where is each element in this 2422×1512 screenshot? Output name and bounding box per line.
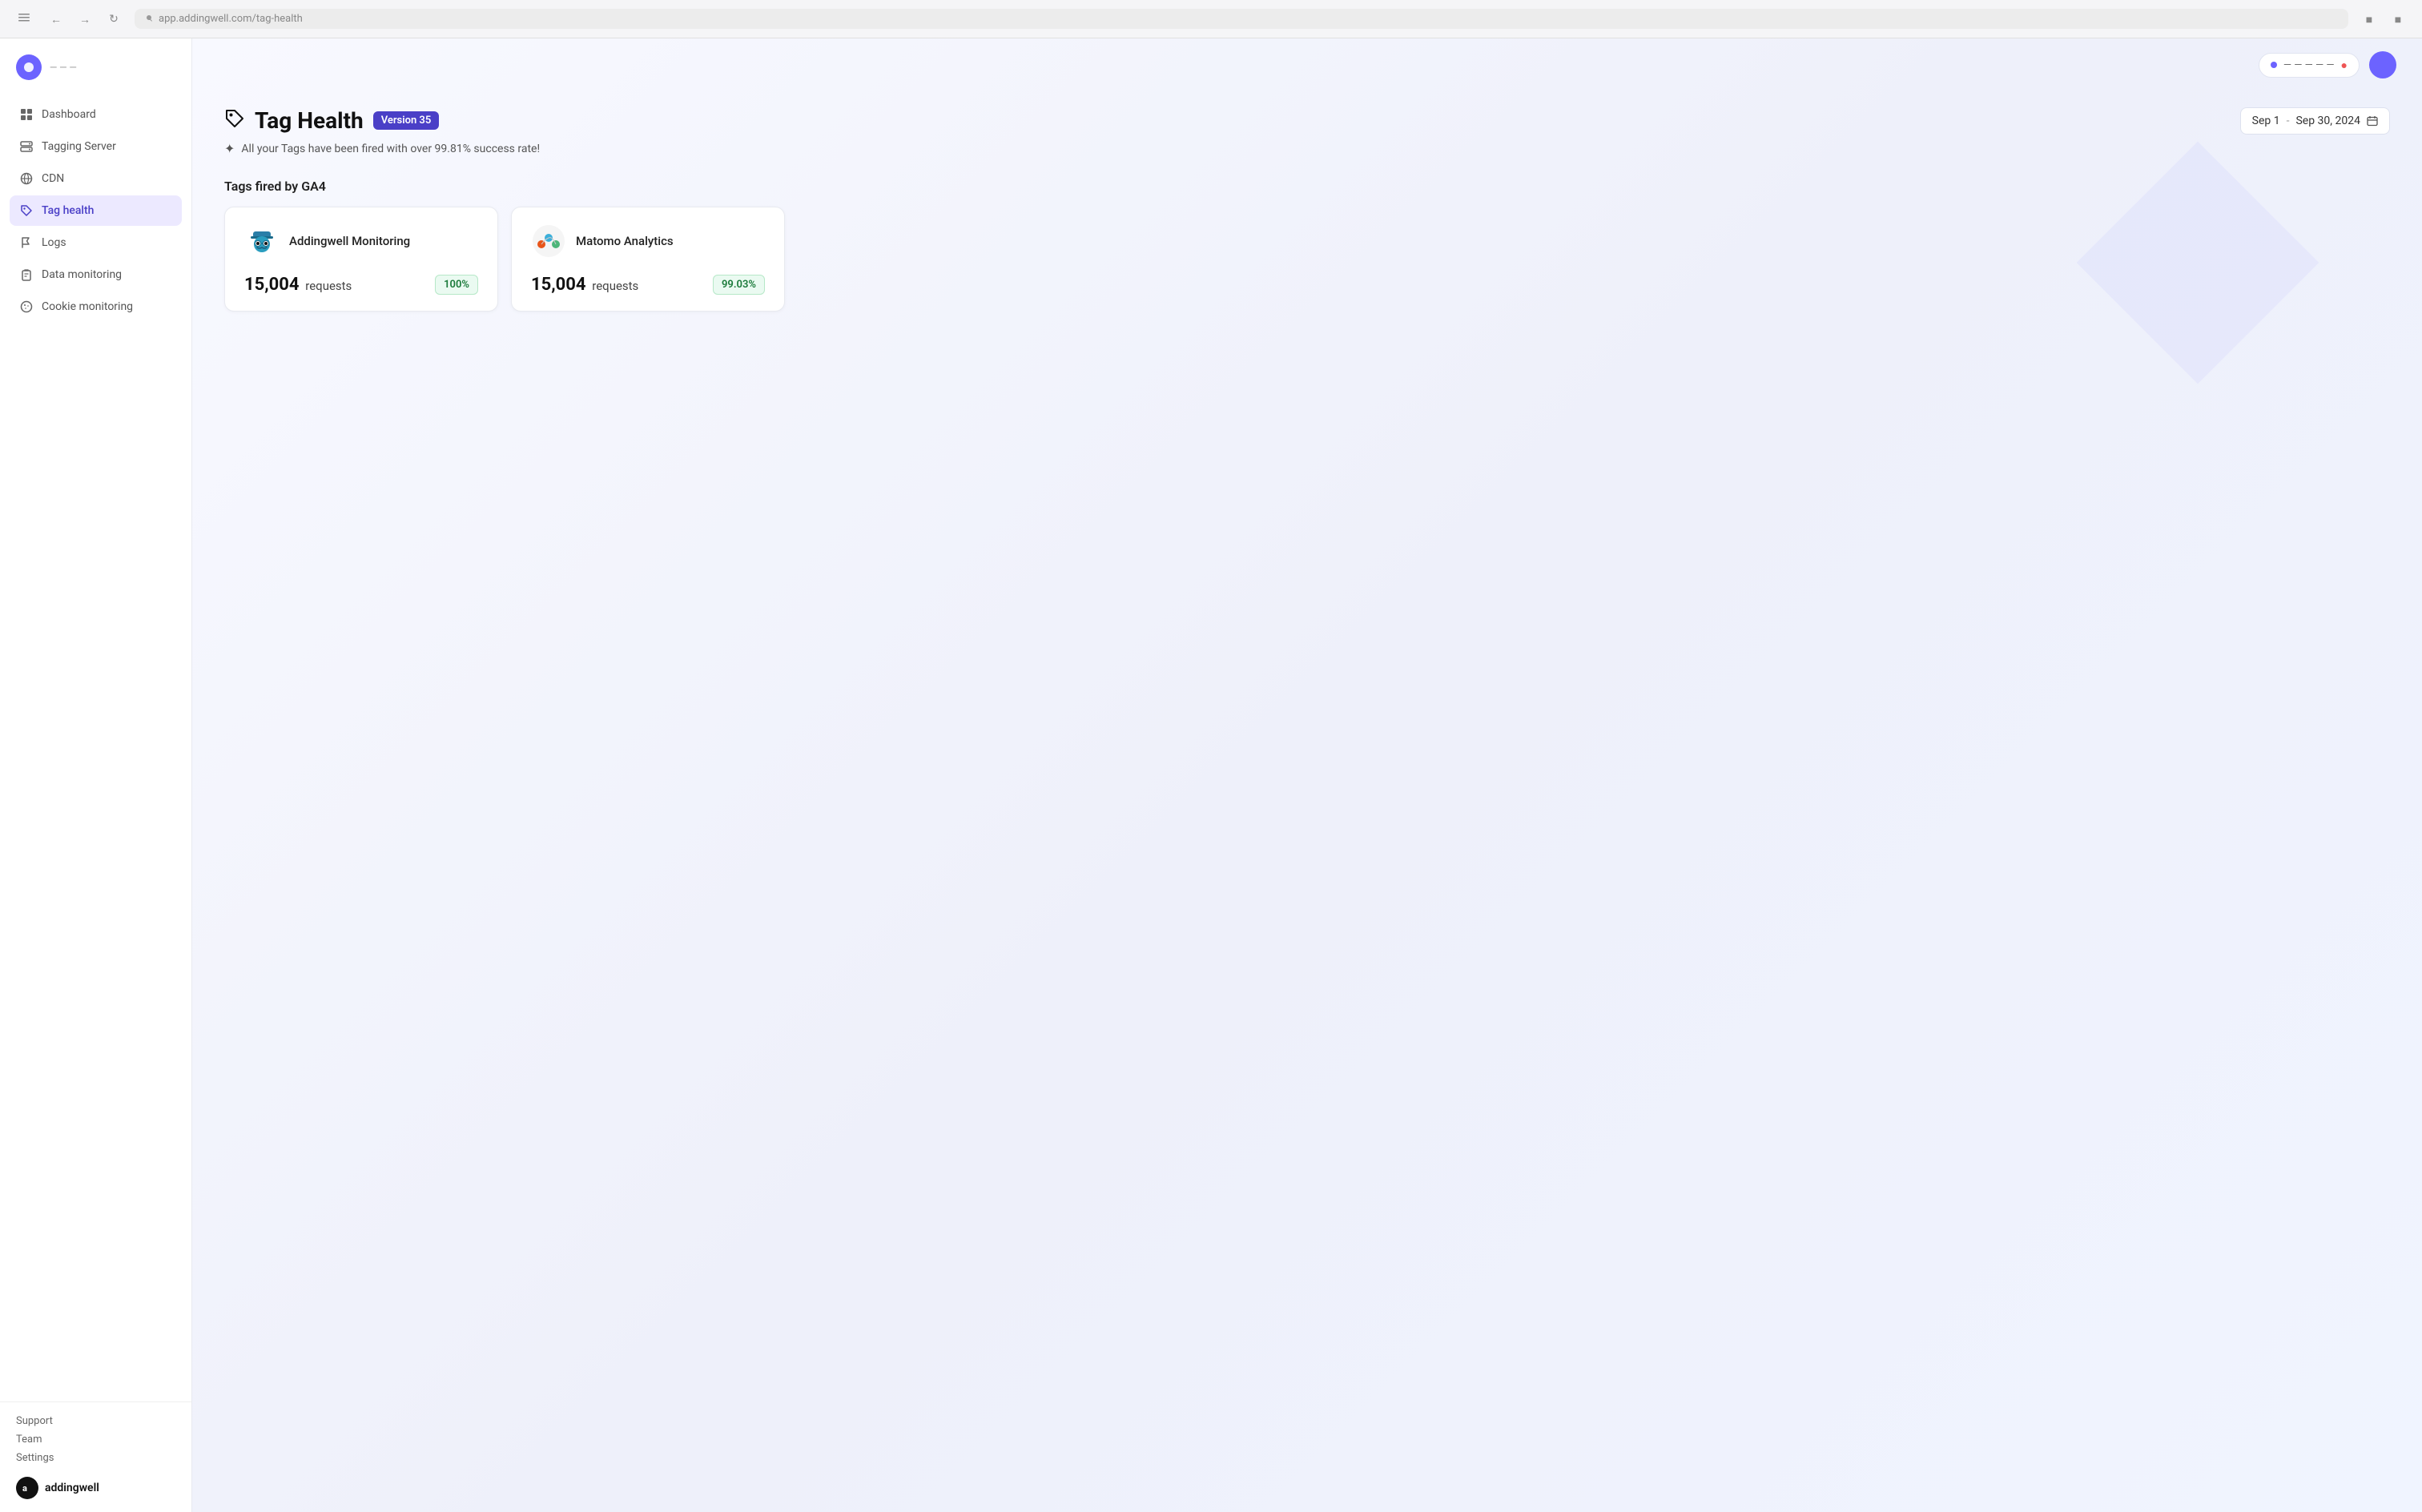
section-title: Tags fired by GA4	[224, 179, 2390, 194]
subtitle-text: All your Tags have been fired with over …	[241, 143, 540, 155]
profile-button[interactable]: ■	[2387, 8, 2409, 30]
sidebar-item-data-monitoring-label: Data monitoring	[42, 268, 122, 281]
main-content: — — — — — ● Tag Health Version 35 Sep 1 …	[192, 38, 2422, 1512]
settings-link[interactable]: Settings	[16, 1452, 175, 1464]
date-separator: -	[2287, 115, 2290, 127]
extensions-button[interactable]: ■	[2358, 8, 2380, 30]
footer-links: Support Team Settings	[16, 1415, 175, 1464]
globe-icon	[19, 171, 34, 186]
cards-grid: Addingwell Monitoring 15,004 requests 10…	[224, 207, 785, 312]
date-start: Sep 1	[2252, 115, 2280, 127]
user-avatar[interactable]	[2369, 51, 2396, 78]
sidebar-item-tagging-server-label: Tagging Server	[42, 140, 116, 153]
sidebar-header: — — —	[0, 38, 191, 93]
sidebar-item-dashboard[interactable]: Dashboard	[10, 99, 182, 130]
matomo-count: 15,004	[531, 275, 586, 295]
addingwell-requests-label: requests	[305, 279, 352, 293]
sidebar-footer: Support Team Settings a addingwell	[0, 1401, 191, 1512]
sidebar-item-data-monitoring[interactable]: Data monitoring	[10, 259, 182, 290]
top-bar: — — — — — ●	[192, 38, 2422, 91]
sidebar-brand: a addingwell	[16, 1477, 175, 1499]
addingwell-card-name: Addingwell Monitoring	[289, 234, 410, 248]
server-icon	[19, 139, 34, 154]
addingwell-card-stats: 15,004 requests 100%	[244, 275, 478, 295]
matomo-logo	[531, 223, 566, 259]
flag-icon	[19, 235, 34, 250]
matomo-requests: 15,004 requests	[531, 275, 638, 295]
sidebar-logo-icon	[16, 54, 42, 80]
pill-close-icon[interactable]: ●	[2341, 58, 2348, 72]
address-bar[interactable]: app.addingwell.com/tag-health	[135, 9, 2348, 29]
support-link[interactable]: Support	[16, 1415, 175, 1427]
addingwell-count: 15,004	[244, 275, 300, 295]
sidebar-item-cookie-monitoring-label: Cookie monitoring	[42, 300, 133, 313]
sidebar-item-cdn[interactable]: CDN	[10, 163, 182, 194]
brand-icon: a	[16, 1477, 38, 1499]
brand-name: addingwell	[45, 1482, 99, 1494]
tag-icon	[19, 203, 34, 218]
cookie-icon	[19, 300, 34, 314]
card-header-addingwell: Addingwell Monitoring	[244, 223, 478, 259]
sidebar-item-logs[interactable]: Logs	[10, 227, 182, 258]
grid-icon	[19, 107, 34, 122]
tag-card-matomo: Matomo Analytics 15,004 requests 99.03%	[511, 207, 785, 312]
sidebar: — — — Dashboard Tagging Server	[0, 38, 192, 1512]
sidebar-item-tag-health-label: Tag health	[42, 204, 94, 217]
star-icon: ✦	[224, 141, 235, 156]
sidebar-item-tagging-server[interactable]: Tagging Server	[10, 131, 182, 162]
browser-actions: ■ ■	[2358, 8, 2409, 30]
app-layout: — — — Dashboard Tagging Server	[0, 38, 2422, 1512]
page-header: Tag Health Version 35 Sep 1 - Sep 30, 20…	[224, 107, 2390, 135]
tag-card-addingwell: Addingwell Monitoring 15,004 requests 10…	[224, 207, 498, 312]
matomo-card-stats: 15,004 requests 99.03%	[531, 275, 765, 295]
addingwell-requests: 15,004 requests	[244, 275, 352, 295]
address-text: app.addingwell.com/tag-health	[159, 13, 303, 25]
browser-nav-controls: ← → ↻	[45, 8, 125, 30]
sidebar-brand-text: — — —	[50, 62, 77, 73]
plan-dot	[2271, 62, 2277, 68]
svg-text:a: a	[22, 1483, 27, 1494]
browser-chrome: ← → ↻ app.addingwell.com/tag-health ■ ■	[0, 0, 2422, 38]
matomo-success-rate: 99.03%	[713, 275, 765, 295]
page-title-row: Tag Health Version 35	[224, 107, 439, 134]
reload-button[interactable]: ↻	[103, 8, 125, 30]
sidebar-item-tag-health[interactable]: Tag health	[10, 195, 182, 226]
forward-button[interactable]: →	[74, 8, 96, 30]
page-title-icon	[224, 108, 245, 134]
addingwell-logo	[244, 223, 280, 259]
page-subtitle: ✦ All your Tags have been fired with ove…	[224, 141, 2390, 156]
calendar-icon	[2367, 115, 2378, 127]
team-link[interactable]: Team	[16, 1434, 175, 1446]
page-title: Tag Health	[255, 107, 364, 134]
sidebar-item-cdn-label: CDN	[42, 172, 64, 185]
sidebar-item-cookie-monitoring[interactable]: Cookie monitoring	[10, 292, 182, 322]
matomo-card-name: Matomo Analytics	[576, 234, 674, 248]
sidebar-toggle-button[interactable]	[13, 8, 35, 30]
page-content: Tag Health Version 35 Sep 1 - Sep 30, 20…	[192, 91, 2422, 344]
sidebar-nav: Dashboard Tagging Server CDN	[0, 93, 191, 1401]
plan-text: — — — — —	[2283, 59, 2335, 71]
plan-pill: — — — — — ●	[2259, 53, 2360, 78]
back-button[interactable]: ←	[45, 8, 67, 30]
addingwell-success-rate: 100%	[435, 275, 478, 295]
card-header-matomo: Matomo Analytics	[531, 223, 765, 259]
matomo-requests-label: requests	[592, 279, 638, 293]
sidebar-item-logs-label: Logs	[42, 236, 66, 249]
date-range-picker[interactable]: Sep 1 - Sep 30, 2024	[2240, 107, 2390, 135]
date-end: Sep 30, 2024	[2295, 115, 2360, 127]
version-badge: Version 35	[373, 111, 440, 130]
clipboard-icon	[19, 267, 34, 282]
sidebar-item-dashboard-label: Dashboard	[42, 108, 96, 121]
